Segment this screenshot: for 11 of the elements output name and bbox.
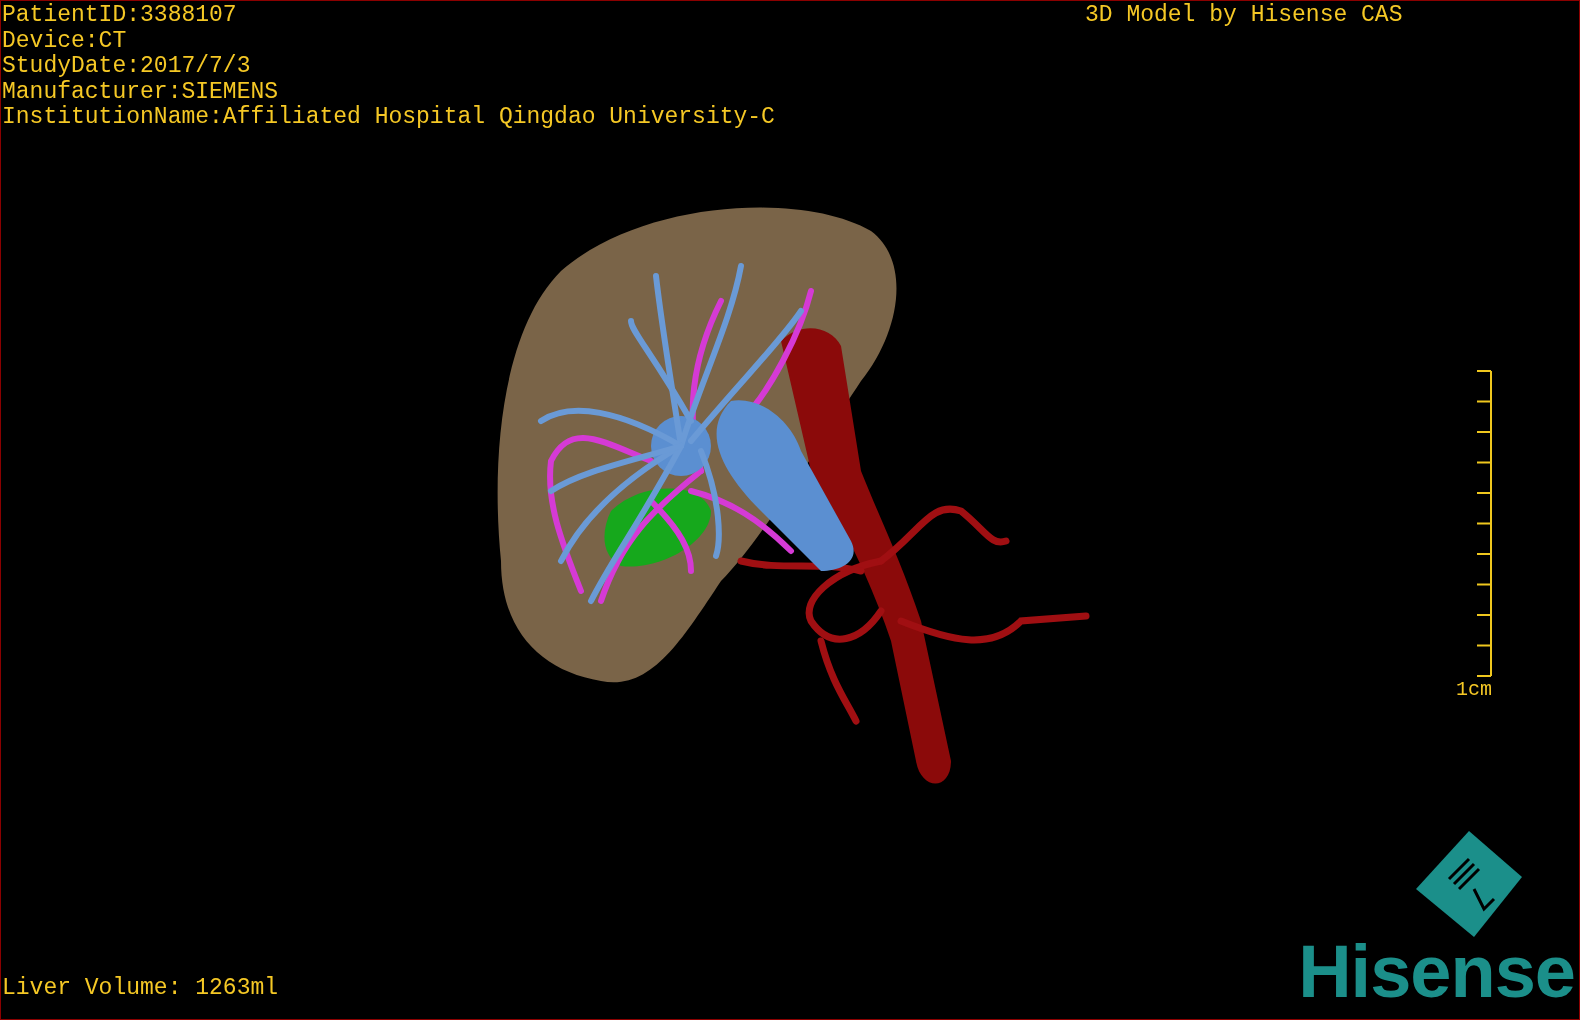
patient-info-text: StudyDate:2017/7/3: [2, 54, 252, 80]
scale-bar-icon: [1476, 370, 1492, 678]
patient-info-text: Manufacturer:SIEMENS: [2, 79, 280, 105]
patient-info-text: InstitutionName:Affiliated Hospital Qingdao University-C: [2, 105, 775, 131]
scale-label: 1cm: [1456, 678, 1492, 702]
volume-text: Liver Volume: 1263ml: [2, 976, 279, 1001]
cube-logo-icon: [1414, 829, 1524, 939]
brand-logo-text: Hisense: [1298, 935, 1575, 1009]
patient-info-text: PatientID:3388107: [2, 3, 238, 29]
credit-text: 3D Model by Hisense CAS: [1085, 3, 1403, 28]
patient-info-text: Device:CT: [2, 28, 128, 54]
